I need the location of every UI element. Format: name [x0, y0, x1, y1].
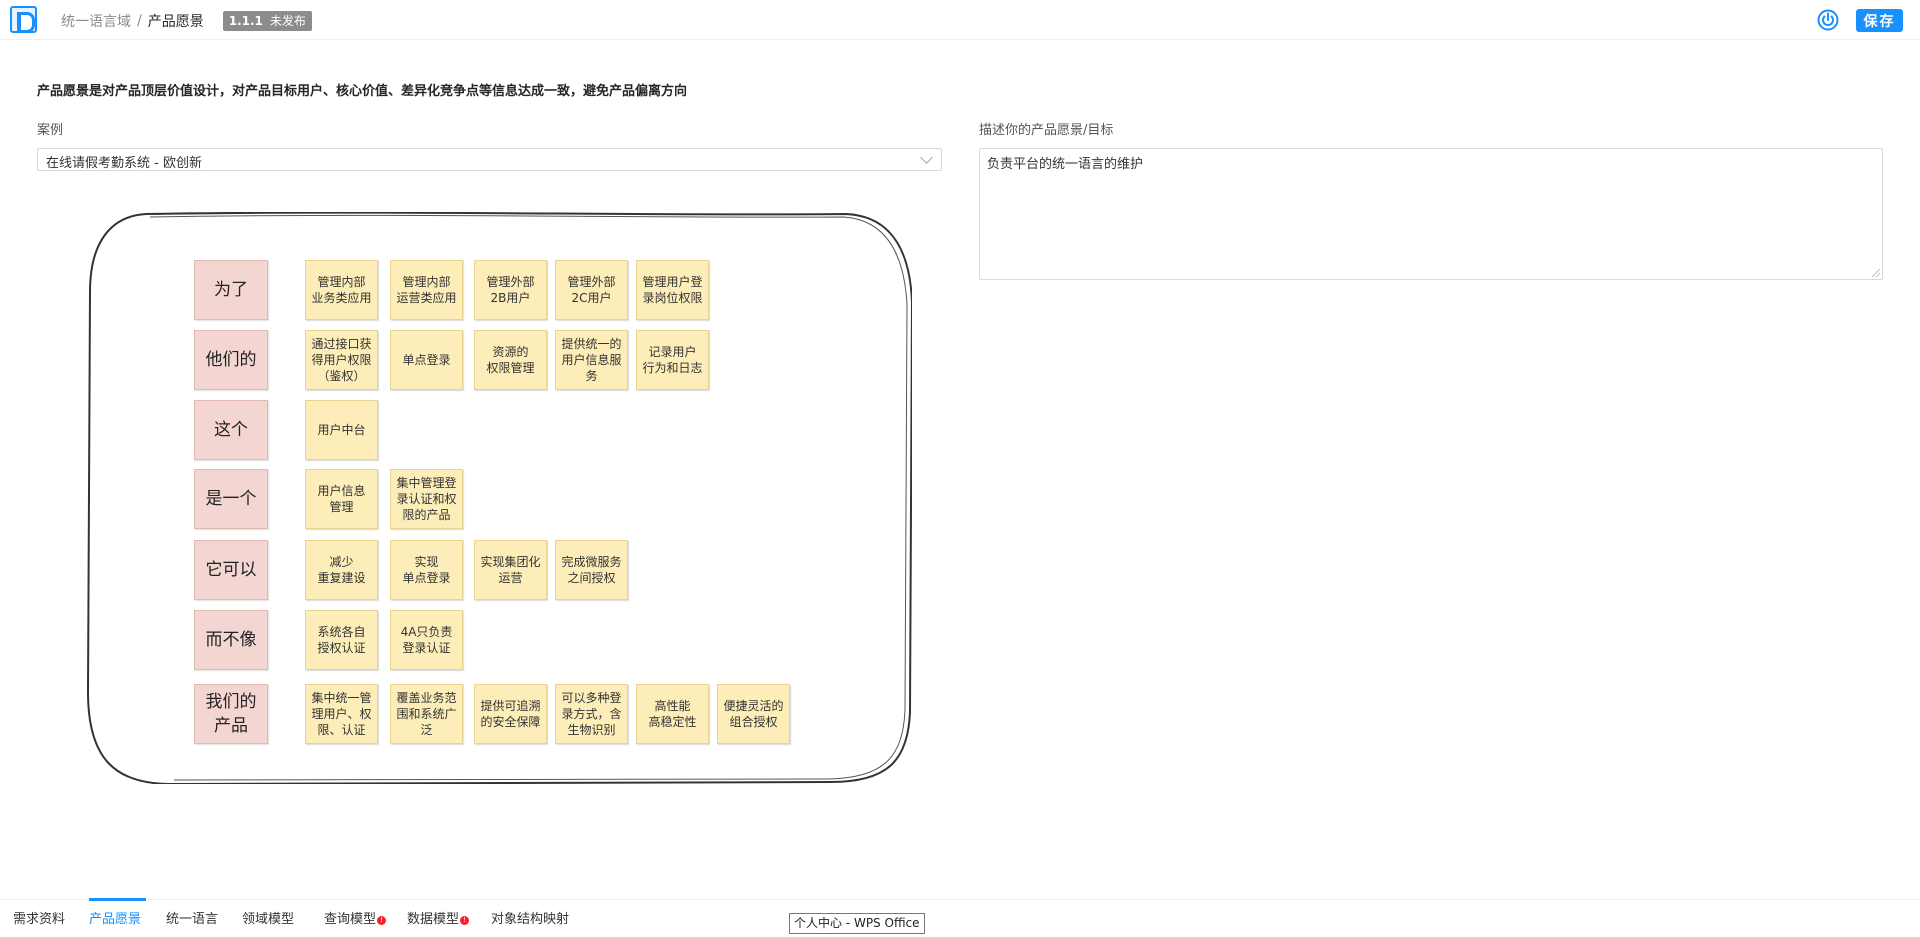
power-icon[interactable] [1817, 9, 1839, 31]
sticky-note[interactable]: 4A只负责 登录认证 [390, 610, 463, 670]
breadcrumb-parent[interactable]: 统一语言域 [61, 11, 131, 31]
tab-query-model[interactable]: 查询模型! [324, 908, 387, 927]
tab-product-vision[interactable]: 产品愿景 [89, 908, 141, 927]
tab-requirements[interactable]: 需求资料 [13, 908, 65, 927]
breadcrumb: 统一语言域 / 产品愿景 1.1.1 未发布 [61, 11, 312, 31]
breadcrumb-current: 产品愿景 [147, 14, 204, 30]
row-label: 我们的 产品 [194, 684, 268, 744]
chevron-down-icon [920, 151, 933, 164]
sticky-note[interactable]: 资源的 权限管理 [474, 330, 547, 390]
sticky-note[interactable]: 记录用户 行为和日志 [636, 330, 709, 390]
sticky-note[interactable]: 覆盖业务范 围和系统广 泛 [390, 684, 463, 744]
row-label: 他们的 [194, 330, 268, 390]
row-label: 而不像 [194, 610, 268, 670]
row-label: 这个 [194, 400, 268, 460]
sticky-note[interactable]: 管理内部 业务类应用 [305, 260, 378, 320]
sticky-note[interactable]: 集中统一管 理用户、权 限、认证 [305, 684, 378, 744]
sticky-note[interactable]: 系统各自 授权认证 [305, 610, 378, 670]
sticky-note[interactable]: 集中管理登 录认证和权 限的产品 [390, 469, 463, 529]
vision-textarea-value: 负责平台的统一语言的维护 [987, 157, 1144, 172]
sticky-note[interactable]: 完成微服务 之间授权 [555, 540, 628, 600]
case-select-value: 在线请假考勤系统 - 欧创新 [46, 156, 202, 171]
sticky-note[interactable]: 实现集团化 运营 [474, 540, 547, 600]
resize-grip-icon[interactable] [1872, 269, 1880, 277]
sticky-note[interactable]: 提供统一的 用户信息服 务 [555, 330, 628, 390]
save-button[interactable]: 保存 [1856, 9, 1903, 32]
sticky-note[interactable]: 管理外部 2B用户 [474, 260, 547, 320]
tab-ubiquitous-language[interactable]: 统一语言 [166, 908, 218, 927]
case-label: 案例 [37, 123, 64, 138]
sticky-note[interactable]: 高性能 高稳定性 [636, 684, 709, 744]
product-vision-board: 为了 管理内部 业务类应用 管理内部 运营类应用 管理外部 2B用户 管理外部 2C用户… [86, 212, 912, 784]
row-label: 为了 [194, 260, 268, 320]
tab-object-mapping[interactable]: 对象结构映射 [491, 908, 569, 927]
vision-label: 描述你的产品愿景/目标 [979, 123, 1114, 138]
sticky-note[interactable]: 提供可追溯 的安全保障 [474, 684, 547, 744]
taskbar-tooltip: 个人中心 - WPS Office [789, 913, 925, 934]
alert-badge-icon: ! [460, 916, 470, 925]
row-label: 它可以 [194, 540, 268, 600]
tab-data-model[interactable]: 数据模型! [407, 908, 470, 927]
sticky-note[interactable]: 用户信息 管理 [305, 469, 378, 529]
sticky-note[interactable]: 管理用户登 录岗位权限 [636, 260, 709, 320]
vision-textarea[interactable]: 负责平台的统一语言的维护 [979, 148, 1883, 280]
sticky-note[interactable]: 管理外部 2C用户 [555, 260, 628, 320]
version-status: 未发布 [269, 14, 306, 28]
case-select[interactable]: 在线请假考勤系统 - 欧创新 [37, 148, 942, 171]
sticky-note[interactable]: 单点登录 [390, 330, 463, 390]
sticky-note[interactable]: 可以多种登 录方式，含 生物识别 [555, 684, 628, 744]
sticky-note[interactable]: 通过接口获 得用户权限 （鉴权） [305, 330, 378, 390]
sticky-note[interactable]: 实现 单点登录 [390, 540, 463, 600]
sticky-note[interactable]: 减少 重复建设 [305, 540, 378, 600]
breadcrumb-separator: / [137, 13, 142, 29]
sticky-note[interactable]: 管理内部 运营类应用 [390, 260, 463, 320]
row-label: 是一个 [194, 469, 268, 529]
version-badge: 1.1.1 未发布 [222, 11, 312, 31]
active-tab-indicator [89, 898, 146, 901]
version-number: 1.1.1 [228, 14, 263, 28]
top-header: 统一语言域 / 产品愿景 1.1.1 未发布 保存 [0, 0, 1920, 40]
sticky-note[interactable]: 便捷灵活的 组合授权 [717, 684, 790, 744]
page-description: 产品愿景是对产品顶层价值设计，对产品目标用户、核心价值、差异化竞争点等信息达成一… [37, 84, 688, 99]
tab-domain-model[interactable]: 领域模型 [242, 908, 294, 927]
app-logo-icon[interactable] [10, 6, 37, 33]
alert-badge-icon: ! [377, 916, 387, 925]
sticky-note[interactable]: 用户中台 [305, 400, 378, 460]
bottom-tab-bar: 需求资料 产品愿景 统一语言 领域模型 查询模型! 数据模型! 对象结构映射 [0, 898, 1920, 937]
